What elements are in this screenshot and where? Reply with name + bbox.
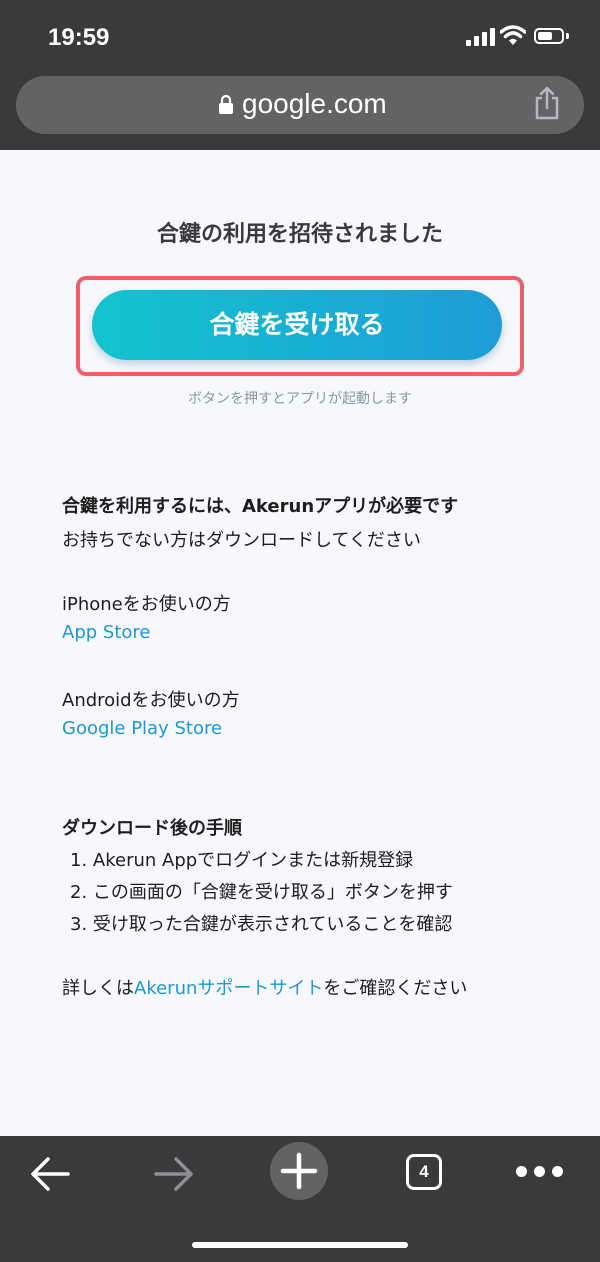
support-site-link[interactable]: Akerunサポートサイト [134,978,323,999]
support-text: 詳しくはAkerunサポートサイトをご確認ください [62,974,467,1000]
new-tab-button[interactable] [270,1142,328,1200]
home-indicator [192,1242,408,1248]
battery-icon [534,28,564,44]
step-item: 2. この画面の「合鍵を受け取る」ボタンを押す [70,882,453,903]
lock-icon [219,94,233,114]
page-headline: 合鍵の利用を招待されました [156,222,443,247]
android-label: Androidをお使いの方 [62,690,240,711]
download-prompt: お持ちでない方はダウンロードしてください [62,530,421,551]
more-icon[interactable] [516,1164,564,1180]
back-arrow-icon[interactable] [28,1154,72,1194]
step-item: 1. Akerun Appでログインまたは新規登録 [70,850,414,871]
step-item: 3. 受け取った合鍵が表示されていることを確認 [70,914,453,935]
url-text[interactable]: google.com [242,88,387,120]
plus-icon [280,1152,318,1190]
app-store-link[interactable]: App Store [62,622,150,643]
battery-tip [566,33,569,39]
app-required-text: 合鍵を利用するには、Akerunアプリが必要です [62,496,459,517]
share-icon[interactable] [532,86,562,120]
tabs-button[interactable]: 4 [406,1154,442,1190]
steps-title: ダウンロード後の手順 [62,818,242,839]
iphone-label: iPhoneをお使いの方 [62,594,231,615]
support-suffix: をご確認ください [323,978,468,999]
receive-key-button[interactable]: 合鍵を受け取る [92,290,502,360]
support-prefix: 詳しくは [62,978,134,999]
wifi-icon [500,25,526,45]
signal-icon [466,28,496,46]
status-time: 19:59 [48,24,110,51]
forward-arrow-icon[interactable] [152,1154,196,1194]
button-hint: ボタンを押すとアプリが起動します [188,391,412,407]
play-store-link[interactable]: Google Play Store [62,718,222,739]
